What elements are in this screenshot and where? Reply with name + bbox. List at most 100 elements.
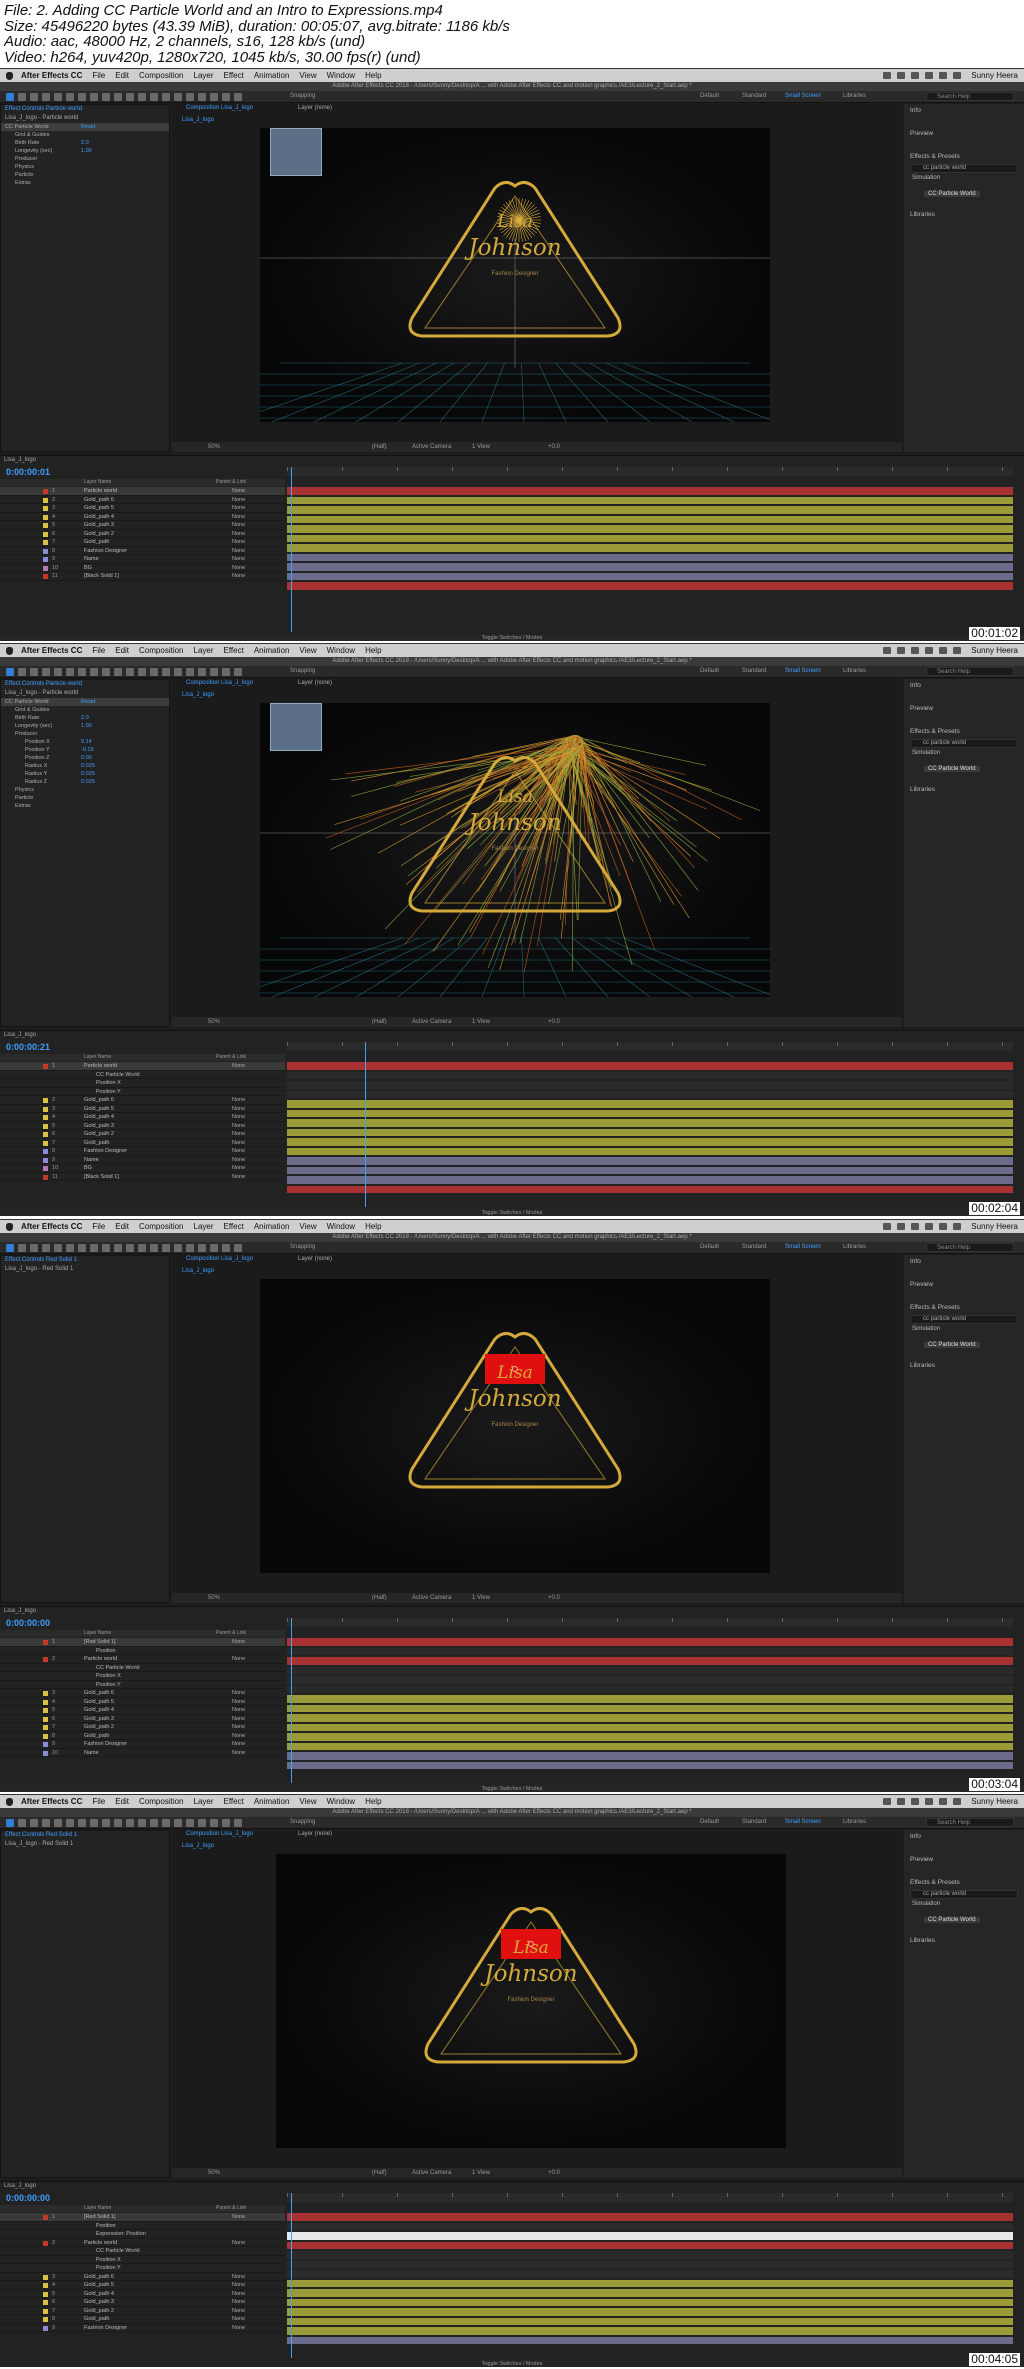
effect-property[interactable]: Particle xyxy=(1,171,169,179)
menu-item[interactable]: Animation xyxy=(254,646,290,655)
layer-name[interactable]: Gold_path xyxy=(84,1139,109,1148)
viewer-control[interactable]: Active Camera xyxy=(412,442,451,452)
tool-icon[interactable] xyxy=(210,1819,218,1827)
time-ruler[interactable] xyxy=(287,467,1013,476)
tool-icon[interactable] xyxy=(90,668,98,676)
layer-bar[interactable] xyxy=(287,2232,1013,2240)
tool-icon[interactable] xyxy=(198,1819,206,1827)
comp-subtab[interactable]: Lisa_J_logo xyxy=(178,1267,218,1276)
layer-name[interactable]: Gold_path xyxy=(84,538,109,547)
layer-row[interactable]: 11 [Black Solid 1] None xyxy=(0,572,285,581)
layer-name[interactable]: Name xyxy=(84,555,99,564)
tool-icon[interactable] xyxy=(210,668,218,676)
tool-icon[interactable] xyxy=(102,93,110,101)
status-icon[interactable] xyxy=(953,647,962,654)
layer-tab[interactable]: Layer (none) xyxy=(294,679,336,688)
viewer-control[interactable]: 50% xyxy=(208,1017,220,1027)
workspace-3[interactable]: Libraries xyxy=(843,93,866,99)
menu-item[interactable]: Window xyxy=(327,1797,355,1806)
tool-icon[interactable] xyxy=(210,93,218,101)
layer-row[interactable]: 9 Fashion Designer None xyxy=(0,2324,285,2332)
tool-icon[interactable] xyxy=(138,1244,146,1252)
tool-icon[interactable] xyxy=(126,93,134,101)
effect-property[interactable]: Grid & Guides xyxy=(1,131,169,139)
layer-row[interactable]: 1 Particle world None xyxy=(0,487,285,496)
parent-dropdown[interactable]: None xyxy=(232,1122,245,1131)
current-time[interactable]: 0:00:00:01 xyxy=(6,467,50,477)
layer-bar[interactable] xyxy=(287,2213,1013,2221)
comp-canvas[interactable]: Lisa Johnson Fashion Designer xyxy=(260,1279,770,1573)
effect-controls-tab[interactable]: Effect Controls Particle world xyxy=(1,105,169,114)
viewer-control[interactable]: Active Camera xyxy=(412,1017,451,1027)
layer-row[interactable]: 3 Gold_path 5 None xyxy=(0,1105,285,1113)
preview-panel-tab[interactable]: Preview xyxy=(904,127,1024,140)
layer-color-label[interactable] xyxy=(43,1115,48,1120)
search-help-input[interactable]: Search Help xyxy=(926,1243,1014,1252)
status-icon[interactable] xyxy=(939,647,948,654)
layer-row[interactable]: 7 Gold_path 2 None xyxy=(0,2307,285,2315)
layer-name[interactable]: Gold_path 4 xyxy=(84,2290,114,2299)
libraries-panel-tab[interactable]: Libraries xyxy=(904,783,1024,796)
comp-subtab[interactable]: Lisa_J_logo xyxy=(178,116,218,125)
layer-color-label[interactable] xyxy=(43,2283,48,2288)
effects-presets-tab[interactable]: Effects & Presets xyxy=(904,725,1024,738)
layer-row[interactable]: 11 [Black Solid 1] None xyxy=(0,1173,285,1181)
tool-icon[interactable] xyxy=(78,1244,86,1252)
comp-subtab[interactable]: Lisa_J_logo xyxy=(178,691,218,700)
layer-row[interactable]: 2 Gold_path 6 None xyxy=(0,496,285,504)
effect-property[interactable]: Extras xyxy=(1,802,169,810)
tool-icon[interactable] xyxy=(18,1819,26,1827)
effect-property[interactable]: Physics xyxy=(1,786,169,794)
parent-dropdown[interactable]: None xyxy=(232,1062,245,1071)
simulation-category[interactable]: Simulation xyxy=(904,174,1024,182)
tool-icon[interactable] xyxy=(198,93,206,101)
tool-icon[interactable] xyxy=(210,1244,218,1252)
layer-row[interactable]: 9 Fashion Designer None xyxy=(0,1740,285,1749)
layer-row[interactable]: 9 Name None xyxy=(0,1156,285,1164)
tool-icon[interactable] xyxy=(150,93,158,101)
layer-name[interactable]: [Red Solid 1] xyxy=(84,2213,116,2222)
layer-row[interactable]: CC Particle World xyxy=(0,1071,285,1079)
tool-icon[interactable] xyxy=(162,1819,170,1827)
parent-dropdown[interactable]: None xyxy=(232,487,245,496)
tool-icon[interactable] xyxy=(186,93,194,101)
parent-dropdown[interactable]: None xyxy=(232,1689,245,1698)
toggle-switches-modes[interactable]: Toggle Switches / Modes xyxy=(0,1785,1024,1792)
comp-canvas[interactable]: Lisa Johnson Fashion Designer xyxy=(260,128,770,422)
info-panel-tab[interactable]: Info xyxy=(904,104,1024,117)
tool-icon[interactable] xyxy=(102,1819,110,1827)
parent-dropdown[interactable]: None xyxy=(232,2290,245,2299)
layer-color-label[interactable] xyxy=(43,2308,48,2314)
parent-dropdown[interactable]: None xyxy=(232,1164,245,1173)
comp-canvas[interactable]: Lisa Johnson Fashion Designer xyxy=(276,1854,786,2148)
layer-name[interactable]: CC Particle World xyxy=(96,2247,140,2256)
menu-item-app[interactable]: After Effects CC xyxy=(21,71,82,80)
layer-bar[interactable] xyxy=(287,1638,1013,1646)
layer-bar[interactable] xyxy=(287,1666,1013,1674)
layer-bar[interactable] xyxy=(287,1752,1013,1760)
tool-icon[interactable] xyxy=(6,1244,14,1252)
viewer-control[interactable]: (Half) xyxy=(372,2168,387,2178)
effect-cc-particle-world[interactable]: CC Particle World xyxy=(924,1917,980,1923)
tool-icon[interactable] xyxy=(66,1819,74,1827)
menu-item[interactable]: Layer xyxy=(194,1222,214,1231)
menu-item[interactable]: Help xyxy=(365,646,381,655)
layer-row[interactable]: 5 Gold_path 4 None xyxy=(0,1706,285,1715)
composition-tab[interactable]: Composition Lisa_J_logo xyxy=(182,1830,257,1839)
layer-row[interactable]: 4 Gold_path 5 None xyxy=(0,2281,285,2290)
layer-color-label[interactable] xyxy=(43,2300,48,2305)
layer-name[interactable]: Name xyxy=(84,1749,99,1758)
layer-row[interactable]: 5 Gold_path 3 None xyxy=(0,1122,285,1131)
parent-dropdown[interactable]: None xyxy=(232,530,245,539)
tool-icon[interactable] xyxy=(102,1244,110,1252)
property-value[interactable]: -0.19 xyxy=(81,746,94,754)
layer-name[interactable]: Particle world xyxy=(84,1062,117,1071)
workspace-3[interactable]: Libraries xyxy=(843,1819,866,1825)
tool-icon[interactable] xyxy=(234,668,242,676)
parent-dropdown[interactable]: None xyxy=(232,1715,245,1724)
layer-bar[interactable] xyxy=(287,1761,1013,1769)
layer-name[interactable]: Position X xyxy=(96,1079,121,1088)
user-name[interactable]: Sunny Heera xyxy=(971,1797,1018,1806)
tool-icon[interactable] xyxy=(138,668,146,676)
layer-name[interactable]: Gold_path 5 xyxy=(84,504,114,513)
